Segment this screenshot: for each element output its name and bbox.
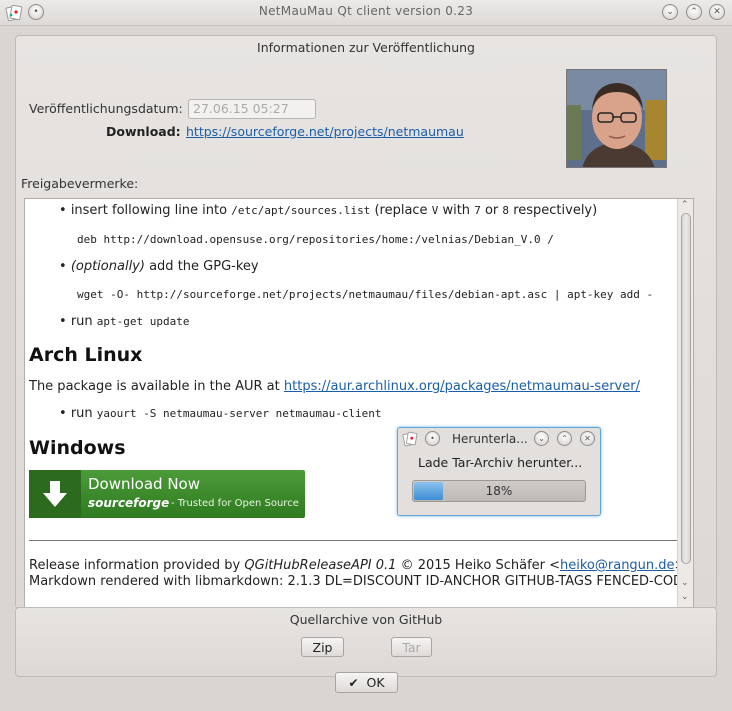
download-progress-bar: 18% bbox=[412, 480, 586, 502]
download-label: Download: bbox=[106, 124, 181, 139]
ok-button[interactable]: ✔ OK bbox=[335, 672, 398, 693]
divider bbox=[29, 540, 689, 541]
window-title: NetMauMau Qt client version 0.23 bbox=[258, 4, 474, 18]
sf-brand: sourceforge bbox=[88, 496, 170, 510]
code-block-gpg: wget -O- http://sourceforge.net/projects… bbox=[77, 288, 654, 301]
release-notes-content: • insert following line into /etc/apt/so… bbox=[25, 199, 691, 616]
archives-group: Quellarchive von GitHub Zip Tar bbox=[15, 607, 717, 677]
close-icon: ✕ bbox=[584, 434, 591, 443]
close-button[interactable]: ✕ bbox=[709, 4, 725, 20]
arch-linux-heading: Arch Linux bbox=[29, 344, 143, 366]
bullet: • bbox=[59, 203, 67, 218]
notes-scrollbar[interactable]: ⌃ ⌄ ⌄ bbox=[677, 199, 693, 616]
window-body: Informationen zur Veröffentlichung Veröf… bbox=[0, 26, 732, 711]
release-date-label: Veröffentlichungsdatum: bbox=[29, 101, 183, 116]
release-notes-label: Freigabevermerke: bbox=[21, 176, 139, 191]
download-arrow-icon bbox=[29, 470, 81, 518]
aur-link[interactable]: https://aur.archlinux.org/packages/netma… bbox=[284, 379, 640, 394]
release-info-title: Informationen zur Veröffentlichung bbox=[257, 40, 475, 55]
code-block-sources: deb http://download.opensuse.org/reposit… bbox=[77, 233, 554, 246]
sourceforge-download-button[interactable]: Download Now sourceforge - Trusted for O… bbox=[29, 470, 305, 518]
popup-minimize-button[interactable]: ⌄ bbox=[534, 431, 549, 446]
scroll-down-icon[interactable]: ⌄ bbox=[681, 592, 689, 602]
release-notes-view[interactable]: • insert following line into /etc/apt/so… bbox=[24, 198, 694, 617]
chevron-up-icon: ⌃ bbox=[690, 6, 698, 17]
download-progress-dialog: • Herunterla... ⌄ ⌃ ✕ Lade Tar-Archiv he… bbox=[397, 427, 601, 516]
sf-download-label: Download Now bbox=[88, 475, 200, 493]
progress-text: 18% bbox=[485, 484, 513, 498]
list-item: • (optionally) add the GPG-key bbox=[59, 259, 259, 274]
zip-button[interactable]: Zip bbox=[301, 637, 344, 657]
chevron-down-icon: ⌄ bbox=[538, 434, 545, 443]
list-item: • insert following line into /etc/apt/so… bbox=[59, 203, 598, 218]
scroll-down-icon[interactable]: ⌄ bbox=[681, 578, 689, 588]
tar-button[interactable]: Tar bbox=[391, 637, 432, 657]
download-link[interactable]: https://sourceforge.net/projects/netmaum… bbox=[186, 124, 464, 139]
popup-message: Lade Tar-Archiv herunter... bbox=[418, 455, 583, 470]
close-icon: ✕ bbox=[713, 6, 721, 17]
app-icon bbox=[402, 431, 418, 447]
archives-title: Quellarchive von GitHub bbox=[289, 612, 443, 627]
list-item: • run apt-get update bbox=[59, 314, 190, 329]
windows-heading: Windows bbox=[29, 437, 126, 459]
arch-paragraph: The package is available in the AUR at h… bbox=[29, 379, 640, 394]
footer-credit: Release information provided by QGitHubR… bbox=[29, 558, 685, 573]
chevron-down-icon: ⌄ bbox=[666, 6, 674, 17]
chevron-up-icon: ⌃ bbox=[561, 434, 568, 443]
popup-maximize-button[interactable]: ⌃ bbox=[557, 431, 572, 446]
ok-label: OK bbox=[366, 675, 385, 690]
bullet: • bbox=[59, 406, 67, 421]
checkmark-icon: ✔ bbox=[348, 675, 359, 690]
popup-menu-button[interactable]: • bbox=[425, 431, 440, 446]
author-avatar bbox=[566, 69, 667, 168]
sf-trusted: - Trusted for Open Source bbox=[171, 498, 299, 509]
release-date-field: 27.06.15 05:27 bbox=[188, 99, 316, 119]
bullet: • bbox=[59, 259, 67, 274]
author-email-link[interactable]: heiko@rangun.de bbox=[560, 558, 675, 573]
title-bar: • NetMauMau Qt client version 0.23 ⌄ ⌃ ✕ bbox=[0, 0, 732, 26]
scrollbar-thumb[interactable] bbox=[681, 213, 691, 564]
scroll-up-icon[interactable]: ⌃ bbox=[681, 200, 689, 210]
list-item: • run yaourt -S netmaumau-server netmaum… bbox=[59, 406, 382, 421]
popup-close-button[interactable]: ✕ bbox=[580, 431, 595, 446]
bullet: • bbox=[59, 314, 67, 329]
footer-markdown-info: Markdown rendered with libmarkdown: 2.1.… bbox=[29, 574, 692, 589]
popup-title: Herunterla... bbox=[452, 432, 528, 446]
maximize-button[interactable]: ⌃ bbox=[686, 4, 702, 20]
minimize-button[interactable]: ⌄ bbox=[662, 4, 678, 20]
